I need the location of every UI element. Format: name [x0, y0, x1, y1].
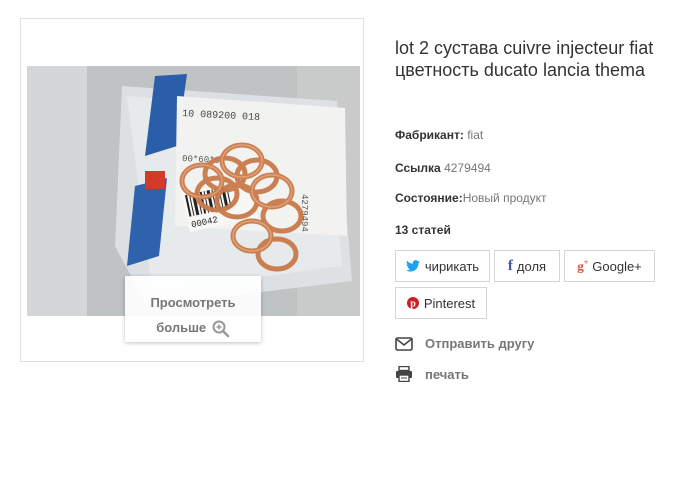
envelope-icon: [395, 336, 413, 351]
view-larger-button[interactable]: Просмотреть больше: [125, 276, 261, 342]
condition-value: Новый продукт: [462, 191, 547, 205]
pinterest-share-button[interactable]: p Pinterest: [395, 287, 487, 319]
view-larger-line2: больше: [156, 320, 207, 335]
printer-icon: [396, 366, 412, 382]
reference-label: Ссылка: [395, 161, 441, 175]
reference-value: 4279494: [444, 161, 491, 175]
manufacturer-value[interactable]: fiat: [467, 128, 483, 142]
twitter-share-label: чирикать: [424, 258, 480, 274]
send-to-friend-link[interactable]: Отправить другу: [395, 336, 534, 351]
facebook-share-button[interactable]: f доля: [494, 250, 560, 282]
twitter-share-button[interactable]: чирикать: [395, 250, 490, 282]
condition-label: Состояние:: [395, 191, 463, 205]
manufacturer-row: Фабрикант: fiat: [395, 128, 483, 142]
quantity-text: 13 статей: [395, 223, 451, 237]
condition-row: Состояние:Новый продукт: [395, 191, 547, 205]
facebook-icon: f: [507, 257, 513, 274]
pinterest-icon: p: [406, 297, 419, 310]
product-title: lot 2 сустава cuivre injecteur fiat цвет…: [395, 38, 654, 80]
google-plus-share-label: Google+: [592, 258, 642, 274]
print-label: печать: [425, 366, 469, 382]
google-plus-share-button[interactable]: g+ Google+: [564, 250, 655, 282]
product-image-frame: 10 089200 018 00*60*92 4279494 00042 Про…: [20, 18, 364, 362]
send-to-friend-label: Отправить другу: [425, 336, 535, 351]
reference-row: Ссылка 4279494: [395, 161, 491, 175]
print-link[interactable]: печать: [395, 366, 469, 382]
svg-text:p: p: [410, 299, 416, 310]
manufacturer-label: Фабрикант:: [395, 128, 464, 142]
zoom-in-icon: [212, 320, 230, 337]
pinterest-share-label: Pinterest: [423, 295, 476, 311]
facebook-share-label: доля: [516, 258, 547, 274]
google-plus-icon: g+: [577, 257, 589, 274]
twitter-icon: [405, 260, 420, 272]
view-larger-line1: Просмотреть: [150, 295, 236, 310]
